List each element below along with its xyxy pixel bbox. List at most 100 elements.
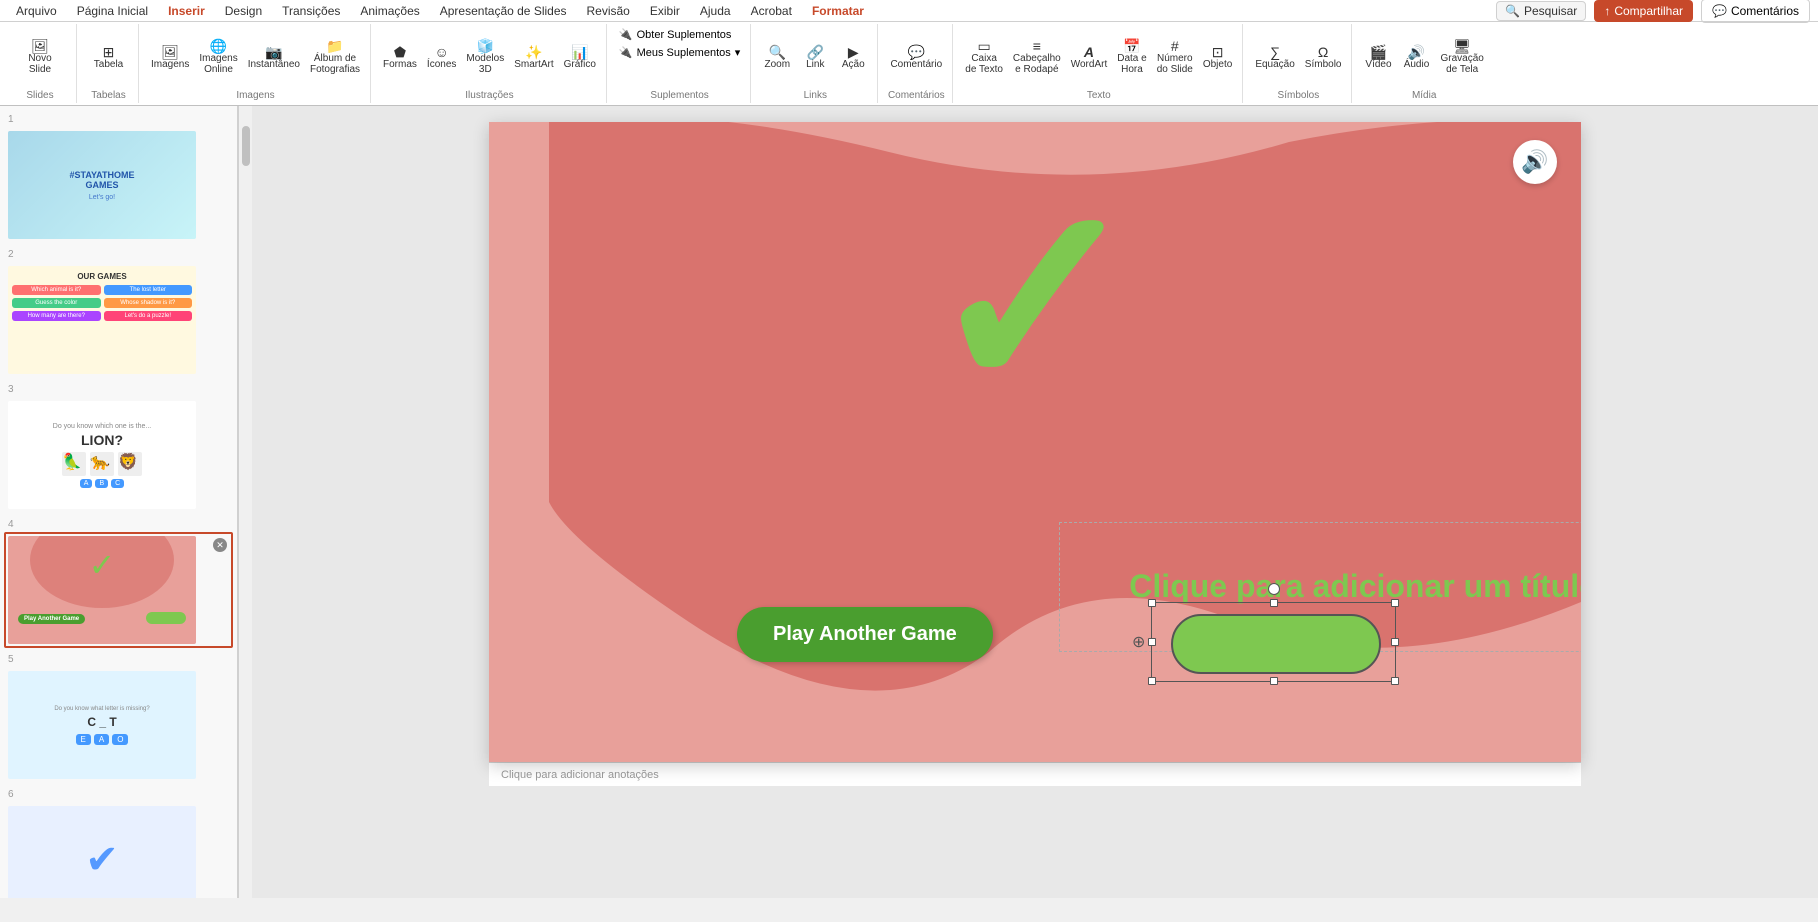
menu-acrobat[interactable]: Acrobat — [743, 2, 800, 20]
imagens-online-icon: 🌐 — [210, 39, 227, 53]
instantaneo-icon: 📷 — [265, 45, 282, 59]
ribbon-group-links-label: Links — [804, 90, 827, 101]
ribbon-btn-cabecalho-rodape[interactable]: ≡ Cabeçalhoe Rodapé — [1009, 37, 1065, 77]
ribbon-btn-tabela[interactable]: ⊞ Tabela — [90, 43, 127, 72]
slide-number-4: 4 — [8, 519, 233, 530]
gravacao-tela-icon: 🖥 — [1453, 39, 1471, 53]
menu-pagina-inicial[interactable]: Página Inicial — [69, 2, 156, 20]
ribbon-btn-zoom[interactable]: 🔍 Zoom — [759, 43, 795, 72]
menu-apresentacao[interactable]: Apresentação de Slides — [432, 2, 575, 20]
menu-ajuda[interactable]: Ajuda — [692, 2, 739, 20]
ribbon-group-midia: 🎬 Vídeo 🔊 Áudio 🖥 Gravaçãode Tela Mídia — [1354, 24, 1493, 103]
ribbon-group-midia-label: Mídia — [1412, 90, 1436, 101]
ribbon-btn-album[interactable]: 📁 Álbum deFotografias — [306, 37, 364, 77]
audio-speaker-icon: 🔊 — [1521, 149, 1548, 175]
search-bar[interactable]: 🔍 Pesquisar — [1496, 1, 1586, 21]
ribbon-btn-instantaneo[interactable]: 📷 Instantâneo — [244, 43, 304, 72]
slide-number-5: 5 — [8, 654, 233, 665]
ribbon-btn-audio[interactable]: 🔊 Áudio — [1398, 43, 1434, 72]
slide-thumb-3[interactable]: Do you know which one is the... LION? 🦜 … — [4, 397, 233, 513]
audio-button[interactable]: 🔊 — [1513, 140, 1557, 184]
ribbon-btn-equacao[interactable]: ∑ Equação — [1251, 43, 1298, 72]
comments-button[interactable]: 💬 Comentários — [1701, 0, 1810, 23]
menu-arquivo[interactable]: Arquivo — [8, 2, 65, 20]
slide-4-delete[interactable]: ✕ — [213, 538, 227, 552]
ribbon-btn-smartart[interactable]: ✨ SmartArt — [510, 43, 557, 72]
ribbon-btn-modelos3d[interactable]: 🧊 Modelos3D — [462, 37, 508, 77]
ribbon-group-tabelas-label: Tabelas — [91, 90, 125, 101]
ribbon-btn-simbolo[interactable]: Ω Símbolo — [1301, 43, 1346, 72]
ribbon-btn-novo-slide[interactable]: 🖼 NovoSlide — [10, 37, 70, 77]
link-icon: 🔗 — [807, 45, 824, 59]
ribbon-btn-caixa-texto[interactable]: ▭ Caixade Texto — [961, 37, 1007, 77]
imagens-icon: 🖼 — [161, 45, 179, 59]
share-button[interactable]: ↑ Compartilhar — [1594, 0, 1693, 22]
green-button-selected[interactable] — [1171, 614, 1381, 674]
menu-design[interactable]: Design — [217, 2, 270, 20]
play-another-game-button[interactable]: Play Another Game — [737, 607, 993, 662]
slide-thumb-2[interactable]: OUR GAMES Which animal is it? The lost l… — [4, 262, 233, 378]
ribbon-btn-meus-suplementos[interactable]: 🔌 Meus Suplementos ▾ — [615, 44, 744, 61]
ribbon-btn-icones[interactable]: ☺ Ícones — [423, 43, 460, 72]
ribbon-group-texto: ▭ Caixade Texto ≡ Cabeçalhoe Rodapé A Wo… — [955, 24, 1243, 103]
ribbon-btn-wordart[interactable]: A WordArt — [1067, 43, 1112, 72]
menu-formatar[interactable]: Formatar — [804, 2, 872, 20]
ribbon-btn-formas[interactable]: ⬟ Formas — [379, 43, 421, 72]
share-icon: ↑ — [1604, 4, 1610, 18]
slide-thumb-4-inner: ✓ Play Another Game — [8, 536, 196, 644]
ribbon-btn-link[interactable]: 🔗 Link — [797, 43, 833, 72]
slide-thumb-2-inner: OUR GAMES Which animal is it? The lost l… — [8, 266, 196, 374]
album-icon: 📁 — [326, 39, 343, 53]
menu-inserir[interactable]: Inserir — [160, 2, 213, 20]
ribbon-btn-numero-slide[interactable]: # Númerodo Slide — [1153, 37, 1197, 77]
ribbon-btn-data-hora[interactable]: 📅 Data eHora — [1113, 37, 1150, 77]
slides-scrollbar[interactable] — [238, 106, 252, 898]
ribbon-btn-grafico[interactable]: 📊 Gráfico — [560, 43, 600, 72]
slide-thumb-4[interactable]: ✓ Play Another Game ✕ — [4, 532, 233, 648]
modelos3d-icon: 🧊 — [477, 39, 494, 53]
menu-bar: Arquivo Página Inicial Inserir Design Tr… — [0, 0, 1818, 22]
ribbon-group-ilustracoes-label: Ilustrações — [465, 90, 513, 101]
caixa-texto-icon: ▭ — [977, 39, 990, 53]
slide-thumb-6-inner: ✔ — [8, 806, 196, 898]
slide-canvas[interactable]: 🔊 ✓ Clique para adicionar um título Play… — [489, 122, 1581, 762]
ribbon-btn-imagens-online[interactable]: 🌐 ImagensOnline — [195, 37, 241, 77]
slides-panel: 1 #STAYATHOMEGAMES Let's go! 2 — [0, 106, 238, 898]
zoom-icon: 🔍 — [769, 45, 786, 59]
simbolo-icon: Ω — [1318, 45, 1328, 59]
ribbon-group-suplementos-label: Suplementos — [650, 90, 708, 101]
scroll-thumb — [242, 126, 250, 166]
ribbon-group-imagens: 🖼 Imagens 🌐 ImagensOnline 📷 Instantâneo … — [141, 24, 371, 103]
smartart-icon: ✨ — [525, 45, 542, 59]
ribbon-btn-acao[interactable]: ▶ Ação — [835, 43, 871, 72]
annotation-placeholder: Clique para adicionar anotações — [501, 769, 659, 781]
wordart-icon: A — [1084, 45, 1094, 59]
video-icon: 🎬 — [1370, 45, 1387, 59]
formas-icon: ⬟ — [394, 45, 406, 59]
menu-exibir[interactable]: Exibir — [642, 2, 688, 20]
ribbon-btn-objeto[interactable]: ⊡ Objeto — [1199, 43, 1236, 72]
search-icon: 🔍 — [1505, 4, 1520, 18]
ribbon-group-slides: 🖼 NovoSlide Slides — [4, 24, 77, 103]
novo-slide-icon: 🖼 — [31, 39, 49, 53]
ribbon-btn-video[interactable]: 🎬 Vídeo — [1360, 43, 1396, 72]
menu-revisao[interactable]: Revisão — [579, 2, 638, 20]
slide-thumb-6[interactable]: ✔ — [4, 802, 233, 898]
slide-thumb-1[interactable]: #STAYATHOMEGAMES Let's go! — [4, 127, 233, 243]
meus-suplementos-icon: 🔌 — [619, 46, 633, 59]
ribbon-group-comentarios: 💬 Comentário Comentários — [880, 24, 953, 103]
ribbon-btn-imagens[interactable]: 🖼 Imagens — [147, 43, 193, 72]
numero-slide-icon: # — [1171, 39, 1179, 53]
menu-animacoes[interactable]: Animações — [352, 2, 427, 20]
slide-thumb-3-inner: Do you know which one is the... LION? 🦜 … — [8, 401, 196, 509]
menu-transicoes[interactable]: Transições — [274, 2, 348, 20]
equacao-icon: ∑ — [1270, 45, 1280, 59]
slide-thumb-5[interactable]: Do you know what letter is missing? C _ … — [4, 667, 233, 783]
grafico-icon: 📊 — [571, 45, 588, 59]
ribbon-btn-comentario[interactable]: 💬 Comentário — [886, 43, 946, 72]
slide-number-6: 6 — [8, 789, 233, 800]
ribbon-group-simbolos-label: Símbolos — [1278, 90, 1320, 101]
ribbon-btn-gravacao-tela[interactable]: 🖥 Gravaçãode Tela — [1436, 37, 1487, 77]
ribbon-btn-obter-suplementos[interactable]: 🔌 Obter Suplementos — [615, 26, 735, 43]
annotation-bar[interactable]: Clique para adicionar anotações — [489, 762, 1581, 786]
